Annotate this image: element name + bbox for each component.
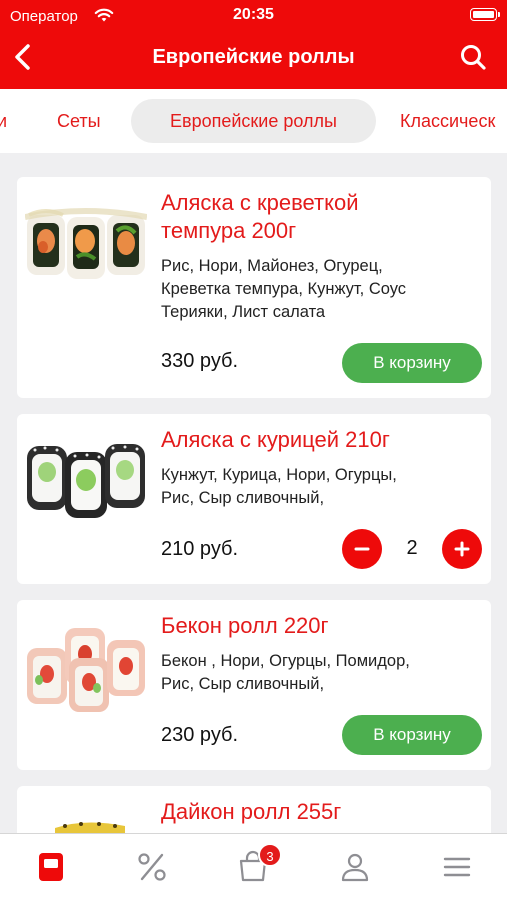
- product-name: Дайкон ролл 255г: [161, 798, 479, 826]
- product-card[interactable]: Аляска с курицей 210г Кунжут, Курица, Но…: [17, 414, 491, 584]
- description-line: Терияки, Лист салата: [161, 303, 326, 321]
- category-tabs: и Сеты Европейские роллы Классическ: [0, 89, 507, 153]
- tab-classic-rolls[interactable]: Классическ: [400, 99, 495, 143]
- bottom-tab-bar: 3: [0, 833, 507, 900]
- status-time: 20:35: [233, 6, 274, 23]
- minus-icon: [354, 547, 370, 551]
- description-line: Рис, Нори, Майонез, Огурец,: [161, 257, 383, 275]
- tab-european-rolls[interactable]: Европейские роллы: [131, 99, 376, 143]
- product-name-line: Аляска с курицей 210г: [161, 427, 390, 452]
- product-name-line: Аляска с креветкой: [161, 190, 359, 215]
- increase-quantity-button[interactable]: [442, 529, 482, 569]
- hamburger-icon[interactable]: [440, 850, 474, 884]
- header: Оператор 20:35 Европейские роллы: [0, 0, 507, 89]
- product-name-line: Бекон ролл 220г: [161, 613, 329, 638]
- status-bar: Оператор 20:35: [0, 0, 507, 32]
- product-card[interactable]: Бекон ролл 220г Бекон , Нори, Огурцы, По…: [17, 600, 491, 770]
- product-name-line: Дайкон ролл 255г: [161, 799, 342, 824]
- quantity-value: 2: [406, 537, 418, 559]
- profile-icon[interactable]: [338, 850, 372, 884]
- product-card[interactable]: Аляска с креветкой темпура 200г Рис, Нор…: [17, 177, 491, 398]
- battery-icon: [470, 8, 500, 21]
- product-name: Бекон ролл 220г: [161, 612, 479, 640]
- description-line: Кунжут, Курица, Нори, Огурцы,: [161, 466, 397, 484]
- product-description: Рис, Нори, Майонез, Огурец, Креветка тем…: [161, 255, 479, 324]
- product-price: 210 руб.: [161, 538, 239, 560]
- product-description: Кунжут, Курица, Нори, Огурцы, Рис, Сыр с…: [161, 464, 479, 510]
- product-name: Аляска с креветкой темпура 200г: [161, 189, 479, 245]
- product-image: [25, 201, 147, 299]
- description-line: Бекон , Нори, Огурцы, Помидор,: [161, 652, 410, 670]
- product-image: [25, 618, 147, 716]
- quantity-stepper: 2: [342, 529, 482, 569]
- cart-badge: 3: [258, 843, 282, 867]
- product-image: [25, 430, 147, 528]
- search-icon[interactable]: [459, 43, 487, 71]
- menu-icon[interactable]: [34, 850, 68, 884]
- product-name: Аляска с курицей 210г: [161, 426, 479, 454]
- decrease-quantity-button[interactable]: [342, 529, 382, 569]
- product-price: 330 руб.: [161, 350, 239, 372]
- description-line: Рис, Сыр сливочный,: [161, 489, 325, 507]
- product-name-line: темпура 200г: [161, 218, 297, 243]
- description-line: Креветка темпура, Кунжут, Соус: [161, 280, 407, 298]
- cart-tab[interactable]: 3: [236, 843, 282, 884]
- add-to-cart-button[interactable]: В корзину: [342, 715, 482, 755]
- product-price: 230 руб.: [161, 724, 239, 746]
- plus-icon: [454, 541, 470, 557]
- tab-sets[interactable]: Сеты: [57, 99, 101, 143]
- description-line: Рис, Сыр сливочный,: [161, 675, 325, 693]
- percent-icon[interactable]: [135, 850, 169, 884]
- tab-rolls[interactable]: и: [0, 99, 7, 143]
- add-to-cart-button[interactable]: В корзину: [342, 343, 482, 383]
- product-description: Бекон , Нори, Огурцы, Помидор, Рис, Сыр …: [161, 650, 479, 696]
- page-title: Европейские роллы: [152, 46, 355, 68]
